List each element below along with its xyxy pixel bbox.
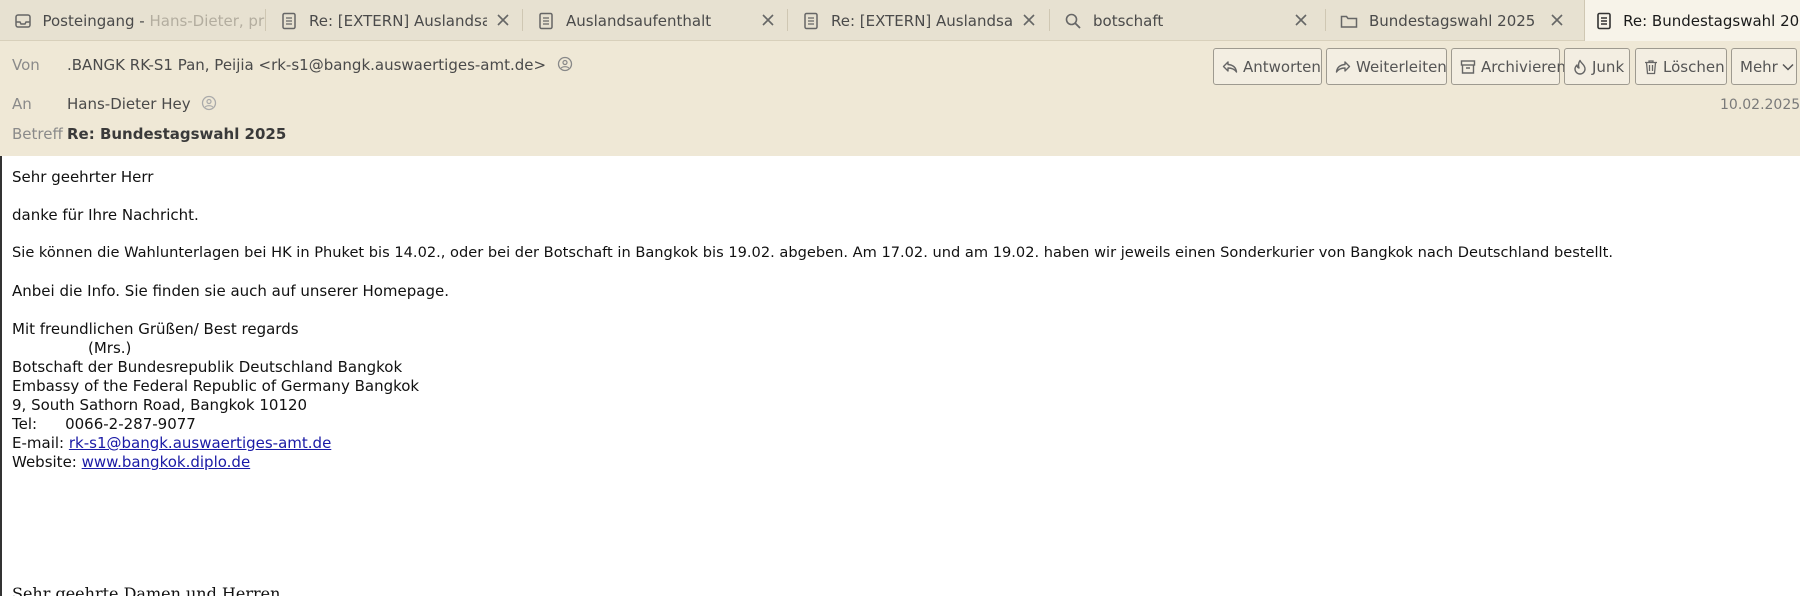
tab-label: botschaft [1093, 11, 1164, 30]
tab-label: Bundestagswahl 2025 [1369, 11, 1536, 30]
tab-folder-bundestagswahl[interactable]: Bundestagswahl 2025 [1325, 0, 1584, 41]
tab-inbox[interactable]: Posteingang - Hans-Dieter, pri… [0, 0, 265, 41]
close-icon[interactable] [758, 10, 778, 30]
close-icon[interactable] [1291, 10, 1311, 30]
subject-value: Re: Bundestagswahl 2025 [67, 125, 287, 143]
tab-re-bundestagswahl[interactable]: Re: Bundestagswahl 2025 [1584, 0, 1800, 41]
tab-search-botschaft[interactable]: botschaft [1049, 0, 1325, 41]
close-icon[interactable] [1019, 10, 1039, 30]
archive-button[interactable]: Archivieren [1451, 48, 1566, 85]
contact-info-icon[interactable] [557, 56, 573, 76]
message-icon [801, 11, 821, 31]
tab-label: Re: [EXTERN] Auslandsaufen [309, 11, 487, 30]
from-value[interactable]: .BANGK RK-S1 Pan, Peijia <rk-s1@bangk.au… [67, 56, 573, 76]
tab-re-extern-1[interactable]: Re: [EXTERN] Auslandsaufen [265, 0, 522, 41]
close-icon[interactable] [1547, 10, 1567, 30]
more-button[interactable]: Mehr [1731, 48, 1797, 85]
close-icon[interactable] [493, 10, 513, 30]
thanks-line: danke für Ihre Nachricht. [12, 206, 199, 224]
forward-icon [1335, 58, 1351, 76]
tab-auslandsaufenthalt[interactable]: Auslandsaufenthalt [522, 0, 787, 41]
message-date: 10.02.2025, 0 [1720, 97, 1800, 113]
message-icon [536, 11, 556, 31]
from-label: Von [12, 56, 40, 74]
tab-re-extern-2[interactable]: Re: [EXTERN] Auslandsaufen [787, 0, 1049, 41]
signature-line: Botschaft der Bundesrepublik Deutschland… [12, 358, 403, 376]
chevron-down-icon [1782, 58, 1794, 76]
signature-email: E-mail: rk-s1@bangk.auswaertiges-amt.de [12, 434, 332, 452]
junk-icon [1573, 58, 1587, 76]
message-icon [1595, 11, 1613, 31]
message-icon [279, 11, 299, 31]
website-link[interactable]: www.bangkok.diplo.de [82, 453, 251, 471]
subject-label: Betreff [12, 125, 63, 143]
to-label: An [12, 95, 32, 113]
quoted-message-start: Sehr geehrte Damen und Herren [12, 584, 281, 596]
tab-label: Posteingang - Hans-Dieter, pri… [42, 11, 265, 30]
inbox-icon [14, 11, 32, 31]
tab-label: Auslandsaufenthalt [566, 11, 712, 30]
folder-icon [1339, 11, 1359, 31]
junk-button[interactable]: Junk [1564, 48, 1630, 85]
trash-icon [1644, 58, 1658, 76]
tab-label: Re: Bundestagswahl 2025 [1623, 11, 1800, 30]
forward-button[interactable]: Weiterleiten [1326, 48, 1447, 85]
signature-name: (Mrs.) [88, 339, 132, 357]
signature-line: Embassy of the Federal Republic of Germa… [12, 377, 420, 395]
greeting: Sehr geehrter Herr [12, 168, 154, 186]
info-line: Anbei die Info. Sie finden sie auch auf … [12, 282, 449, 300]
search-icon [1063, 11, 1083, 31]
message-body: Sehr geehrter Herr danke für Ihre Nachri… [0, 156, 1800, 596]
tab-bar: Posteingang - Hans-Dieter, pri… Re: [EXT… [0, 0, 1800, 41]
archive-icon [1460, 58, 1476, 76]
message-header: Von .BANGK RK-S1 Pan, Peijia <rk-s1@bang… [0, 41, 1800, 156]
signature-tel: Tel: 0066-2-287-9077 [12, 415, 196, 433]
tab-label: Re: [EXTERN] Auslandsaufen [831, 11, 1013, 30]
signature-website: Website: www.bangkok.diplo.de [12, 453, 251, 471]
delete-button[interactable]: Löschen [1635, 48, 1727, 85]
reply-icon [1222, 58, 1238, 76]
contact-info-icon[interactable] [201, 95, 217, 115]
closing-line: Mit freundlichen Grüßen/ Best regards [12, 320, 299, 338]
signature-address: 9, South Sathorn Road, Bangkok 10120 [12, 396, 308, 414]
email-link[interactable]: rk-s1@bangk.auswaertiges-amt.de [69, 434, 331, 452]
reply-button[interactable]: Antworten [1213, 48, 1322, 85]
main-paragraph: Sie können die Wahlunterlagen bei HK in … [12, 244, 1613, 261]
to-value[interactable]: Hans-Dieter Hey [67, 95, 217, 115]
